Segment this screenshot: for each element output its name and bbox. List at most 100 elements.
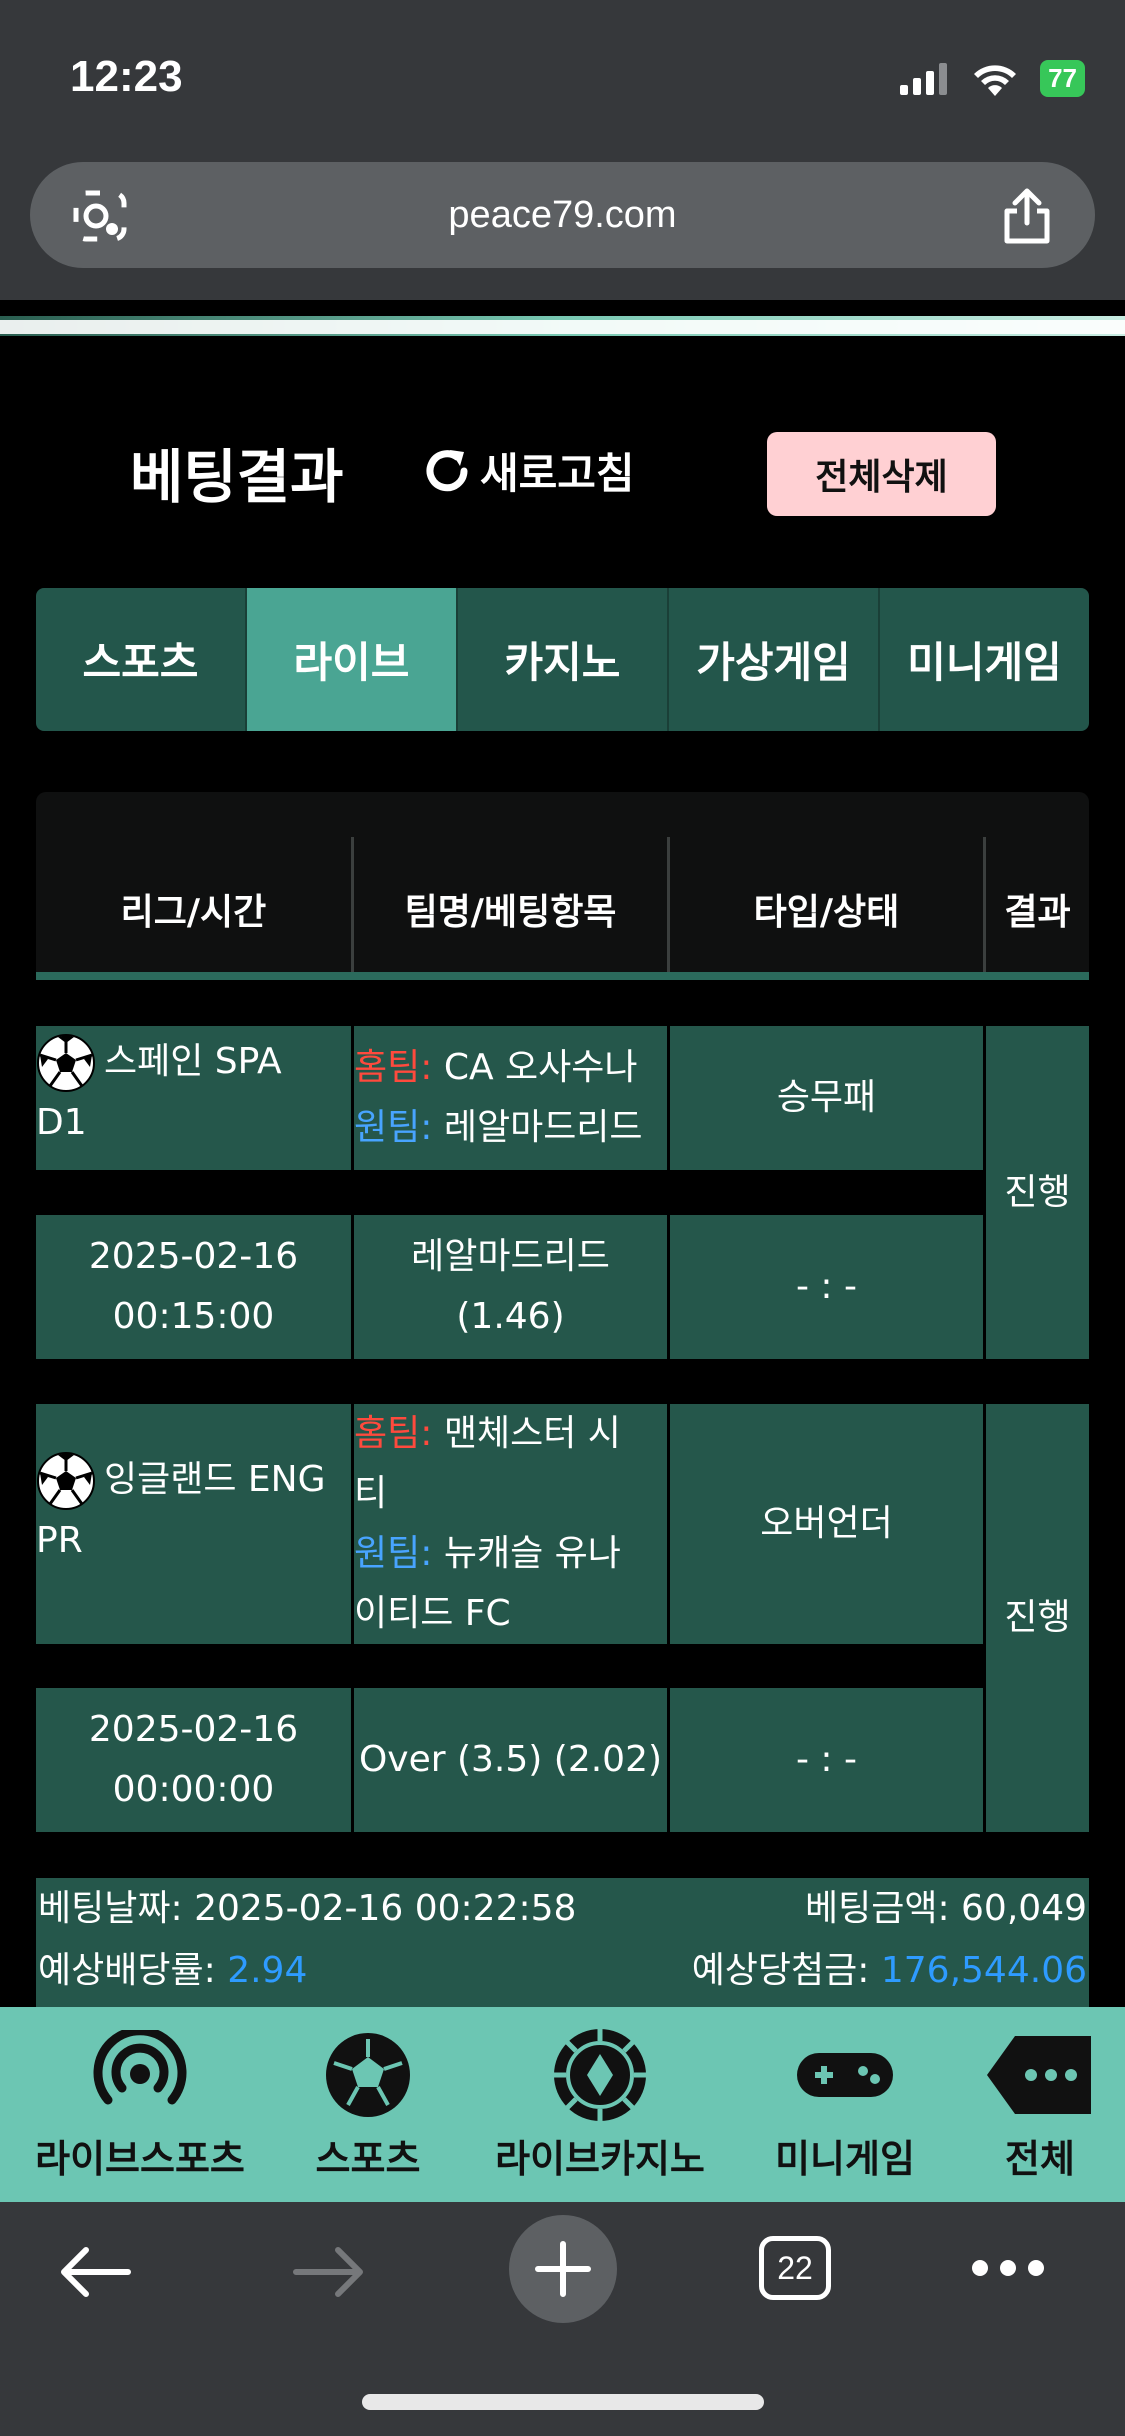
bet1-league: 스페인 SPA D1 xyxy=(36,1026,351,1170)
bet2-score: - : - xyxy=(670,1688,983,1832)
bet-date-label: 베팅날짜: xyxy=(38,1888,183,1929)
tabs-count-button[interactable]: 22 xyxy=(759,2236,831,2300)
bet2-time: 00:00:00 xyxy=(112,1769,275,1810)
away-team-label: 원팀: xyxy=(354,1533,433,1574)
refresh-button[interactable]: 새로고침 xyxy=(420,440,635,501)
bet-date-info: 베팅날짜: 2025-02-16 00:22:58 xyxy=(38,1878,576,1940)
bet2-pick: Over (3.5) (2.02) xyxy=(354,1688,667,1832)
status-time: 12:23 xyxy=(70,52,183,101)
status-bar: 12:23 77 xyxy=(0,0,1125,150)
back-arrow-icon[interactable] xyxy=(58,2244,132,2300)
tab-casino[interactable]: 카지노 xyxy=(458,588,669,731)
bet1-type: 승무패 xyxy=(670,1026,983,1170)
url-text[interactable]: peace79.com xyxy=(30,194,1095,237)
nav-mini-game[interactable]: 미니게임 xyxy=(760,2007,930,2202)
bet2-result: 진행 xyxy=(986,1404,1089,1832)
table-header: 리그/시간 팀명/베팅항목 타입/상태 결과 xyxy=(36,792,1089,980)
bet-amount-value: 60,049 xyxy=(961,1888,1087,1929)
bet2-away-team: 뉴캐슬 유나 xyxy=(443,1533,621,1574)
nav-all[interactable]: 전체 xyxy=(975,2007,1105,2202)
odds-info: 예상배당률: 2.94 xyxy=(38,1940,307,2002)
refresh-icon xyxy=(426,449,468,491)
bet2-league-name: 잉글랜드 ENG xyxy=(104,1459,326,1500)
live-broadcast-icon xyxy=(93,2029,187,2104)
bet-results-table: 리그/시간 팀명/베팅항목 타입/상태 결과 스페인 SPA D1 홈팀: CA… xyxy=(36,792,1089,2010)
refresh-label: 새로고침 xyxy=(480,449,635,498)
bet2-pick-name: Over (3.5) (2.02) xyxy=(358,1739,663,1780)
bet1-time: 00:15:00 xyxy=(112,1296,275,1337)
bet1-league-name: 스페인 SPA xyxy=(104,1041,282,1082)
home-indicator xyxy=(362,2394,764,2410)
payout-info: 예상당첨금: 176,544.06 xyxy=(692,1940,1087,2002)
bet2-home-team-2: 티 xyxy=(354,1473,388,1514)
nav-sports-label: 스포츠 xyxy=(315,2137,421,2181)
bet1-pick-name: 레알마드리드 xyxy=(411,1236,610,1277)
new-tab-icon[interactable] xyxy=(508,2214,618,2324)
tab-live[interactable]: 라이브 xyxy=(247,588,458,731)
header-league-time: 리그/시간 xyxy=(36,837,354,980)
bet1-result: 진행 xyxy=(986,1026,1089,1359)
wifi-icon xyxy=(974,64,1017,96)
odds-value: 2.94 xyxy=(227,1950,308,1991)
tab-mini-game[interactable]: 미니게임 xyxy=(880,588,1089,731)
bet1-pick-odds: (1.46) xyxy=(456,1296,565,1337)
nav-mini-game-label: 미니게임 xyxy=(775,2137,915,2181)
soccer-ball-icon xyxy=(37,1452,95,1510)
nav-live-casino-label: 라이브카지노 xyxy=(495,2137,705,2181)
bet1-home-team: CA 오사수나 xyxy=(443,1047,638,1088)
url-bar[interactable]: peace79.com xyxy=(30,162,1095,268)
nav-live-sports-label: 라이브스포츠 xyxy=(35,2137,245,2181)
bet1-score: - : - xyxy=(670,1215,983,1359)
tab-virtual-game[interactable]: 가상게임 xyxy=(669,588,880,731)
more-options-icon[interactable] xyxy=(970,2258,1046,2278)
bet-amount-info: 베팅금액: 60,049 xyxy=(805,1878,1087,1940)
signal-icon xyxy=(900,62,948,95)
category-tabs: 스포츠 라이브 카지노 가상게임 미니게임 xyxy=(36,588,1089,731)
soccer-ball-icon xyxy=(37,1034,95,1092)
bet2-date: 2025-02-16 xyxy=(88,1709,299,1750)
page-title: 베팅결과 xyxy=(130,443,344,511)
bet-date-value: 2025-02-16 00:22:58 xyxy=(194,1888,577,1929)
bet2-away-team-2: 이티드 FC xyxy=(354,1593,511,1634)
nav-all-label: 전체 xyxy=(1005,2137,1075,2181)
bet1-pick: 레알마드리드 (1.46) xyxy=(354,1215,667,1359)
page-top-white-bar xyxy=(0,320,1125,334)
odds-label: 예상배당률: xyxy=(38,1950,216,1991)
home-team-label: 홈팀: xyxy=(354,1047,433,1088)
bet2-teams: 홈팀: 맨체스터 시 티 원팀: 뉴캐슬 유나 이티드 FC xyxy=(354,1404,667,1644)
bet2-datetime: 2025-02-16 00:00:00 xyxy=(36,1688,351,1832)
home-team-label: 홈팀: xyxy=(354,1413,433,1454)
more-tag-icon xyxy=(987,2035,1091,2114)
bet1-date: 2025-02-16 xyxy=(88,1236,299,1277)
tab-sports[interactable]: 스포츠 xyxy=(36,588,247,731)
bet2-league: 잉글랜드 ENG PR xyxy=(36,1404,351,1644)
soccer-ball-icon xyxy=(326,2032,410,2117)
delete-all-button[interactable]: 전체삭제 xyxy=(767,432,996,516)
nav-sports[interactable]: 스포츠 xyxy=(288,2007,448,2202)
bet1-league-name-2: D1 xyxy=(36,1102,87,1143)
share-icon[interactable] xyxy=(1001,187,1053,245)
payout-value: 176,544.06 xyxy=(880,1950,1087,1991)
header-underline xyxy=(36,972,1089,980)
bet-amount-label: 베팅금액: xyxy=(804,1888,950,1929)
bet2-type: 오버언더 xyxy=(670,1404,983,1644)
bet-summary: 베팅날짜: 2025-02-16 00:22:58 베팅금액: 60,049 예… xyxy=(36,1878,1089,2010)
bet1-datetime: 2025-02-16 00:15:00 xyxy=(36,1215,351,1359)
status-icons: 77 xyxy=(900,60,1085,97)
nav-live-sports[interactable]: 라이브스포츠 xyxy=(20,2007,260,2202)
away-team-label: 원팀: xyxy=(354,1107,433,1148)
browser-url-area: peace79.com xyxy=(0,150,1125,300)
gamepad-icon xyxy=(797,2052,893,2097)
bet1-teams: 홈팀: CA 오사수나 원팀: 레알마드리드 xyxy=(354,1026,667,1170)
header-result: 결과 xyxy=(1004,891,1071,933)
bottom-navigation: 라이브스포츠 스포츠 라이브카지노 미니게임 전체 xyxy=(0,2007,1125,2202)
bet1-away-team: 레알마드리드 xyxy=(443,1107,643,1148)
bet2-home-team: 맨체스터 시 xyxy=(443,1413,621,1454)
nav-live-casino[interactable]: 라이브카지노 xyxy=(480,2007,720,2202)
payout-label: 예상당첨금: xyxy=(691,1950,870,1991)
header-type-status: 타입/상태 xyxy=(670,837,986,980)
forward-arrow-icon[interactable] xyxy=(292,2244,366,2300)
battery-indicator: 77 xyxy=(1040,60,1085,97)
header-team-pick: 팀명/베팅항목 xyxy=(354,837,670,980)
bet2-league-name-2: PR xyxy=(36,1520,83,1561)
